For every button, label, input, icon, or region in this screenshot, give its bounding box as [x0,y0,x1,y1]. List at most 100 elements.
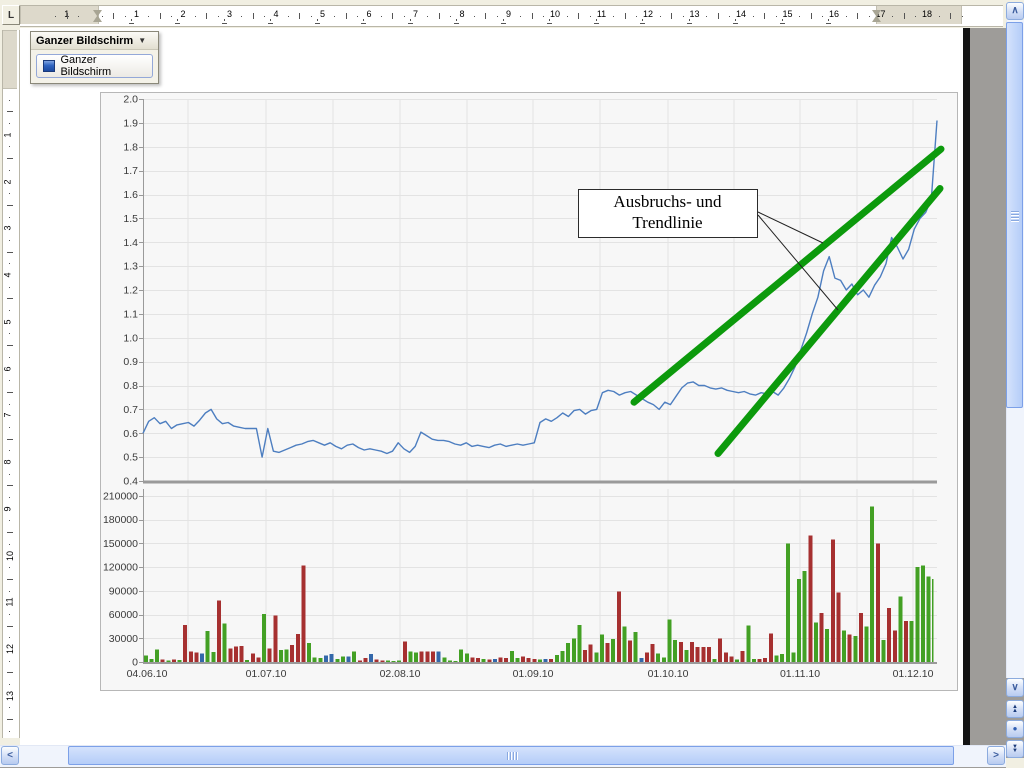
scroll-left-button[interactable]: < [1,746,19,765]
previous-page-button[interactable]: ▲▲ [1006,700,1024,718]
price-tick-label: 1.6 [123,189,138,201]
volume-bar [634,632,638,662]
volume-bar [690,642,694,662]
horizontal-ruler[interactable]: 1123456789101112131415161718 [20,4,1003,26]
volume-bar [465,653,469,662]
volume-bar [921,566,925,662]
chart-frame [101,93,958,691]
volume-bar [268,649,272,662]
page-edge-shadow [963,28,970,745]
volume-bar [335,659,339,662]
thumb-grip [513,752,514,760]
volume-bar [786,543,790,662]
volume-bar [493,659,497,662]
volume-bar [279,650,283,662]
volume-bar [555,655,559,662]
volume-bar [516,658,520,662]
volume-bar [623,626,627,662]
fullscreen-floating-toolbar[interactable]: Ganzer Bildschirm ▼ Ganzer Bildschirm [30,31,159,84]
volume-bar [927,577,931,662]
scroll-right-button[interactable]: > [987,746,1005,765]
vertical-scrollbar-thumb[interactable] [1006,22,1023,408]
price-tick-label: 1.2 [123,285,138,297]
fullscreen-monitor-icon [43,60,55,72]
toolbar-titlebar[interactable]: Ganzer Bildschirm ▼ [31,32,158,50]
date-tick-label: 01.07.10 [246,668,287,680]
volume-bar [701,647,705,662]
volume-tick-label: 150000 [103,538,138,550]
next-page-button[interactable]: ▼▼ [1006,740,1024,758]
volume-bar [662,657,666,662]
horizontal-scrollbar-thumb[interactable] [68,746,954,765]
price-tick-label: 1.1 [123,308,138,320]
price-tick-label: 0.5 [123,452,138,464]
volume-bar [763,658,767,662]
fullscreen-button[interactable]: Ganzer Bildschirm [36,54,153,78]
volume-bar [330,654,334,662]
double-triangle-up-icon: ▲▲ [1012,705,1018,713]
volume-bar [211,652,215,662]
volume-bar [600,634,604,662]
tab-stop-icon: L [8,10,14,21]
hruler-right-margin [876,6,962,24]
volume-bar [414,653,418,663]
volume-bar [639,658,643,662]
volume-bar [251,654,255,662]
price-tick-label: 1.5 [123,213,138,225]
volume-bar [352,652,356,662]
navigation-dot-button[interactable]: ● [1006,720,1024,738]
volume-bar [775,656,779,662]
hruler-left-margin [20,6,99,24]
volume-bar [577,625,581,662]
date-tick-label: 04.06.10 [127,668,168,680]
volume-bar [307,643,311,662]
volume-bar [195,653,199,663]
volume-bar [606,643,610,662]
stock-chart-object[interactable]: Ausbruchs- undTrendlinie2.01.91.81.71.61… [100,92,958,691]
volume-bar [932,579,934,662]
volume-tick-label: 90000 [109,585,138,597]
vertical-ruler[interactable]: 12345678910111213 [0,28,20,745]
volume-bar [724,653,728,663]
tab-stop-selector[interactable]: L [2,5,20,25]
volume-bar [651,644,655,662]
volume-bar [696,647,700,662]
volume-bar [256,657,260,662]
volume-bar [409,652,413,662]
toolbar-body: Ganzer Bildschirm [31,50,158,83]
annotation-text: Trendlinie [632,213,702,232]
scroll-down-button[interactable]: ∨ [1006,678,1024,697]
volume-bar [273,615,277,662]
thumb-grip [516,752,517,760]
volume-bar [594,653,598,663]
volume-tick-label: 0 [132,657,138,669]
volume-bar [240,646,244,662]
volume-bar [504,658,508,662]
volume-bar [318,658,322,662]
volume-bar [589,645,593,662]
volume-bar [375,660,379,662]
volume-bar [476,658,480,662]
price-tick-label: 1.3 [123,261,138,273]
volume-bar [741,651,745,662]
toolbar-menu-arrow-icon[interactable]: ▼ [138,36,146,45]
volume-bar [898,596,902,662]
annotation-text: Ausbruchs- und [613,192,722,211]
volume-bar [876,543,880,662]
toolbar-title: Ganzer Bildschirm [36,35,133,47]
volume-bar [893,630,897,662]
volume-bar [904,621,908,662]
price-tick-label: 0.8 [123,380,138,392]
volume-bar [262,614,266,662]
volume-bar [572,638,576,662]
price-tick-label: 0.9 [123,356,138,368]
volume-bar [420,652,424,662]
volume-bar [729,657,733,663]
volume-bar [285,649,289,662]
volume-tick-label: 60000 [109,609,138,621]
fullscreen-button-label: Ganzer Bildschirm [60,54,146,78]
volume-bar [611,639,615,662]
chevron-right-icon: > [993,751,999,761]
volume-tick-label: 120000 [103,562,138,574]
scroll-up-button[interactable]: ∧ [1006,2,1024,20]
